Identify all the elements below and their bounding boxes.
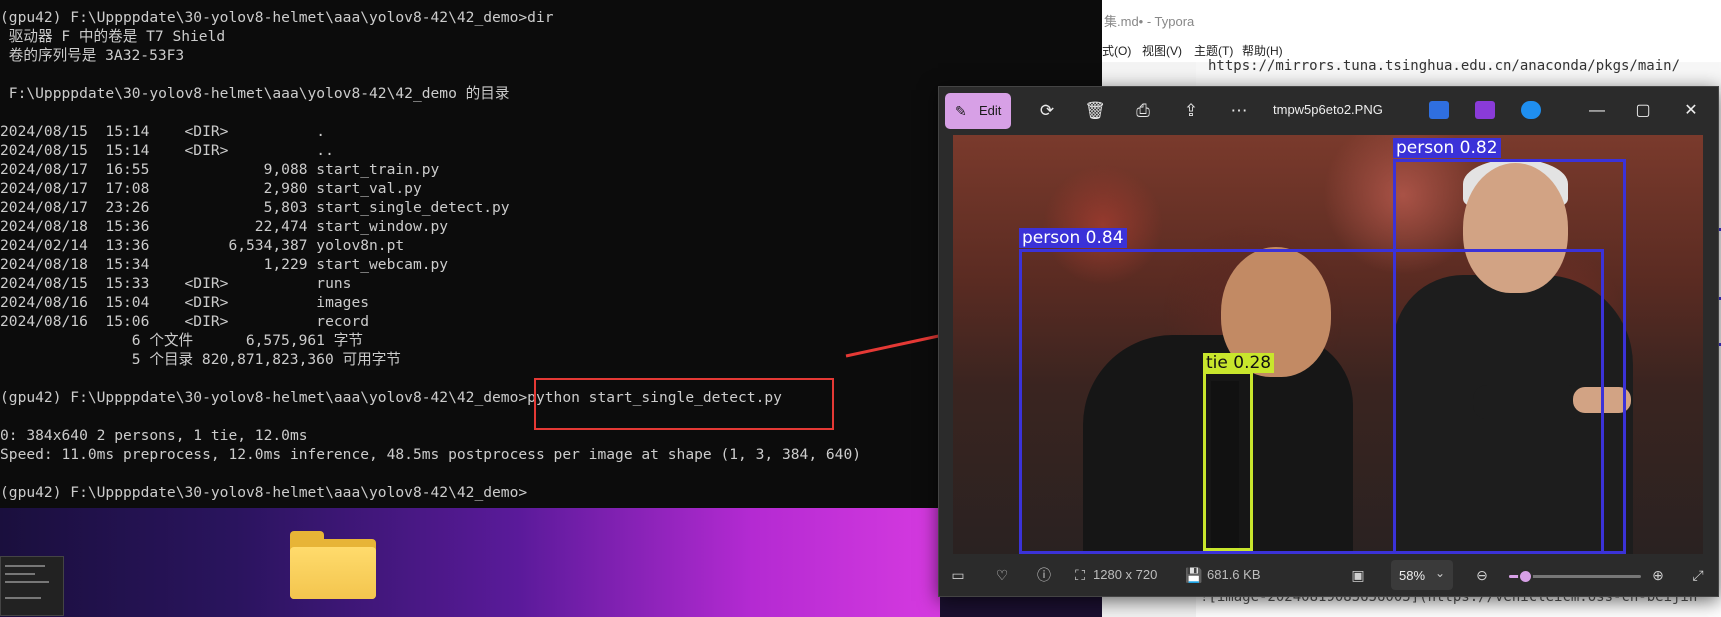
zoom-dropdown[interactable]: 58% ⌄ (1391, 560, 1453, 590)
terminal-window[interactable]: (gpu42) F:\Uppppdate\30-yolov8-helmet\aa… (0, 0, 1102, 508)
print-icon[interactable]: ⎙ (1131, 99, 1155, 123)
menu-view[interactable]: 视图(V) (1142, 42, 1182, 59)
onedrive-icon[interactable] (1521, 101, 1541, 119)
bbox-label: person 0.82 (1393, 138, 1501, 158)
desktop-thumbnail[interactable] (0, 556, 64, 616)
share-icon[interactable]: ⇪ (1179, 99, 1203, 123)
zoom-in-icon[interactable]: ⊕ (1647, 564, 1669, 586)
menu-format[interactable]: 式(O) (1102, 42, 1131, 59)
heart-icon[interactable]: ♡ (991, 564, 1013, 586)
menu-theme[interactable]: 主题(T) (1194, 42, 1233, 59)
clipchamp-app-icon[interactable] (1475, 101, 1495, 119)
menu-help[interactable]: 帮助(H) (1242, 42, 1283, 59)
file-size: 681.6 KB (1207, 567, 1261, 582)
info-icon[interactable]: ⓘ (1033, 564, 1055, 586)
code-text: https://mirrors.tuna.tsinghua.edu.cn/ana… (1208, 58, 1681, 74)
zoom-value: 58% (1399, 568, 1426, 583)
edit-button[interactable]: ✎ Edit (945, 93, 1011, 129)
more-icon[interactable]: ⋯ (1227, 99, 1251, 123)
viewer-toolbar: ✎ Edit ⟳ 🗑 ⎙ ⇪ ⋯ tmpw5p6eto2.PNG — ▢ ✕ (939, 87, 1718, 135)
bbox-label: person 0.84 (1019, 228, 1127, 248)
bbox-person-2 (1393, 159, 1626, 554)
typora-titlebar: 集.md• - Typora (1102, 0, 1721, 39)
close-button[interactable]: ✕ (1679, 99, 1703, 123)
resolution-icon: ⛶ (1075, 567, 1085, 583)
fullscreen-icon[interactable]: ⤢ (1687, 564, 1709, 586)
edit-icon: ✎ (955, 103, 967, 119)
filmstrip-icon[interactable]: ▭ (947, 564, 969, 586)
zoom-out-icon[interactable]: ⊖ (1471, 564, 1493, 586)
bbox-tie (1203, 371, 1253, 551)
save-size-icon: 💾 (1185, 567, 1203, 583)
trash-icon[interactable]: 🗑 (1083, 99, 1107, 123)
zoom-slider-thumb[interactable] (1517, 569, 1533, 584)
bbox-label: tie 0.28 (1203, 353, 1275, 373)
rotate-icon[interactable]: ⟳ (1035, 99, 1059, 123)
minimize-button[interactable]: — (1585, 99, 1609, 123)
highlight-box (534, 378, 834, 430)
detection-image: person 0.84 person 0.82 tie 0.28 (953, 135, 1703, 554)
photos-viewer-window[interactable]: ✎ Edit ⟳ 🗑 ⎙ ⇪ ⋯ tmpw5p6eto2.PNG — ▢ ✕ p… (938, 86, 1719, 597)
actual-size-icon[interactable]: ▣ (1347, 564, 1369, 586)
zoom-slider[interactable] (1509, 569, 1641, 584)
folder-icon[interactable] (290, 531, 376, 599)
edit-label: Edit (979, 103, 1002, 118)
typora-title: 集.md• - Typora (1104, 14, 1195, 29)
chevron-down-icon: ⌄ (1435, 566, 1446, 580)
image-resolution: 1280 x 720 (1093, 567, 1158, 582)
desktop-background (0, 508, 940, 617)
viewer-bottombar: ▭ ♡ ⓘ ⛶ 1280 x 720 💾 681.6 KB ▣ 58% ⌄ ⊖ … (939, 554, 1718, 596)
designer-app-icon[interactable] (1429, 101, 1449, 119)
maximize-button[interactable]: ▢ (1631, 99, 1655, 123)
file-name: tmpw5p6eto2.PNG (1273, 102, 1383, 117)
